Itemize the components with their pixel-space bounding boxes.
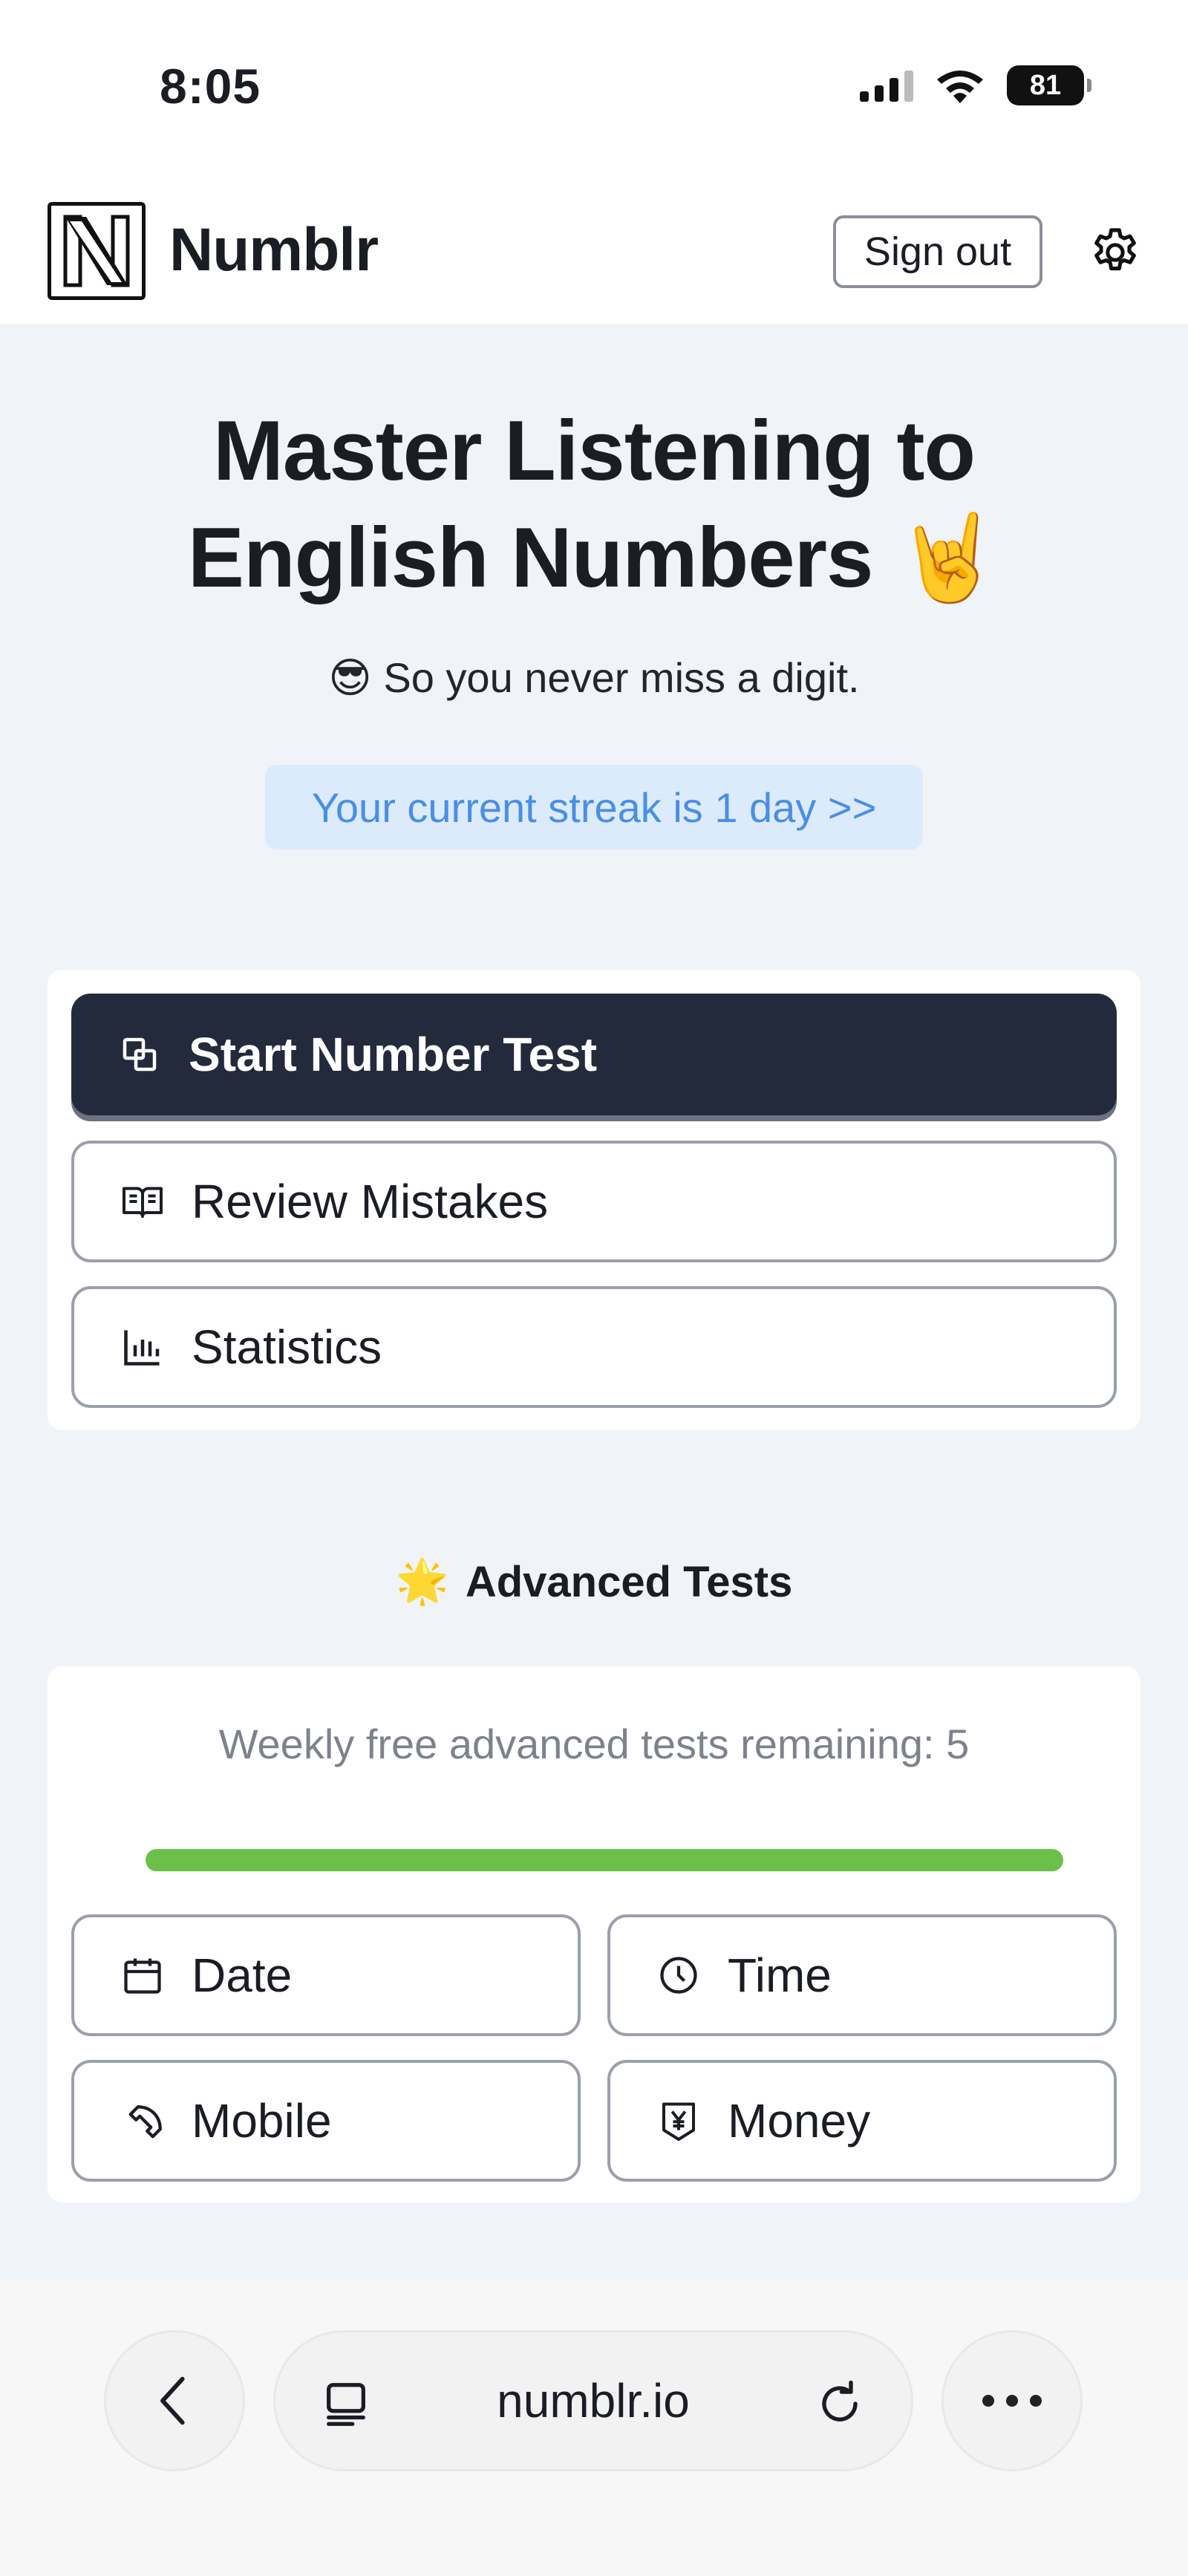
n-letter-logo[interactable] xyxy=(48,202,146,300)
weekly-remaining-text: Weekly free advanced tests remaining: 5 xyxy=(218,1721,970,1767)
address-bar[interactable]: numblr.io xyxy=(273,2330,913,2471)
time-test-label: Time xyxy=(728,1949,832,2002)
status-bar: 8:05 81 xyxy=(0,0,1188,178)
cellular-signal-icon xyxy=(860,69,913,102)
start-number-test-label: Start Number Test xyxy=(189,1028,598,1081)
bar-chart-icon xyxy=(124,1330,160,1366)
page-title: Master Listening to English Numbers 🤘 xyxy=(0,398,1188,612)
app-header: Numblr Sign out xyxy=(0,178,1188,324)
statistics-label: Statistics xyxy=(192,1320,382,1374)
title-line-2-text: English Numbers xyxy=(187,511,873,605)
subtitle-text: So you never miss a digit. xyxy=(383,654,860,701)
battery-icon: 81 xyxy=(1007,65,1091,105)
date-test-button[interactable]: Date xyxy=(71,1914,581,2036)
mobile-test-button[interactable]: Mobile xyxy=(71,2060,581,2182)
money-test-label: Money xyxy=(728,2094,871,2148)
review-mistakes-button[interactable]: Review Mistakes xyxy=(71,1141,1117,1262)
advanced-tests-card: Weekly free advanced tests remaining: 5 … xyxy=(48,1666,1140,2202)
back-button[interactable] xyxy=(104,2330,245,2471)
subtitle: 😎 So you never miss a digit. xyxy=(0,653,1188,702)
statistics-button[interactable]: Statistics xyxy=(71,1286,1117,1408)
sunglasses-emoji: 😎 xyxy=(328,654,372,701)
money-test-button[interactable]: Money xyxy=(607,2060,1117,2182)
clock-icon xyxy=(660,1957,697,1994)
brand-name[interactable]: Numblr xyxy=(169,215,379,285)
remaining-progress-fill xyxy=(146,1849,1063,1871)
review-mistakes-label: Review Mistakes xyxy=(192,1175,549,1228)
advanced-tests-heading: 🌟 Advanced Tests xyxy=(0,1556,1188,1607)
streak-link[interactable]: Your current streak is 1 day >> xyxy=(265,765,923,850)
battery-level: 81 xyxy=(1029,69,1062,101)
main-actions-card: Start Number Test Review Mistakes Statis… xyxy=(48,970,1140,1430)
browser-toolbar: numblr.io xyxy=(0,2280,1188,2576)
title-line-2: English Numbers 🤘 xyxy=(0,505,1188,612)
gear-icon[interactable] xyxy=(1087,224,1143,281)
time-test-button[interactable]: Time xyxy=(607,1914,1117,2036)
rock-hand-emoji: 🤘 xyxy=(895,511,1001,605)
back-chevron-icon xyxy=(160,2376,185,2425)
title-line-1: Master Listening to xyxy=(212,404,976,498)
status-time: 8:05 xyxy=(160,59,261,114)
star-emoji: 🌟 xyxy=(395,1557,449,1605)
more-dot xyxy=(1006,2395,1018,2407)
wifi-icon xyxy=(937,71,983,103)
more-icon[interactable] xyxy=(941,2330,1083,2471)
sign-out-button[interactable]: Sign out xyxy=(833,215,1042,288)
yen-shield-icon xyxy=(662,2102,695,2141)
calendar-icon xyxy=(124,1958,161,1994)
advanced-tests-heading-text: Advanced Tests xyxy=(465,1557,793,1606)
more-dot xyxy=(982,2395,994,2407)
remaining-progress-bar xyxy=(146,1849,1063,1871)
phone-icon xyxy=(128,2105,162,2139)
book-open-icon xyxy=(123,1187,163,1218)
start-number-test-button[interactable]: Start Number Test xyxy=(71,994,1117,1115)
reload-icon[interactable] xyxy=(813,2377,866,2430)
date-test-label: Date xyxy=(192,1949,293,2002)
status-icons: 81 xyxy=(860,65,1091,105)
mobile-test-label: Mobile xyxy=(192,2094,332,2148)
more-dot xyxy=(1030,2395,1042,2407)
copy-squares-icon xyxy=(123,1037,157,1072)
